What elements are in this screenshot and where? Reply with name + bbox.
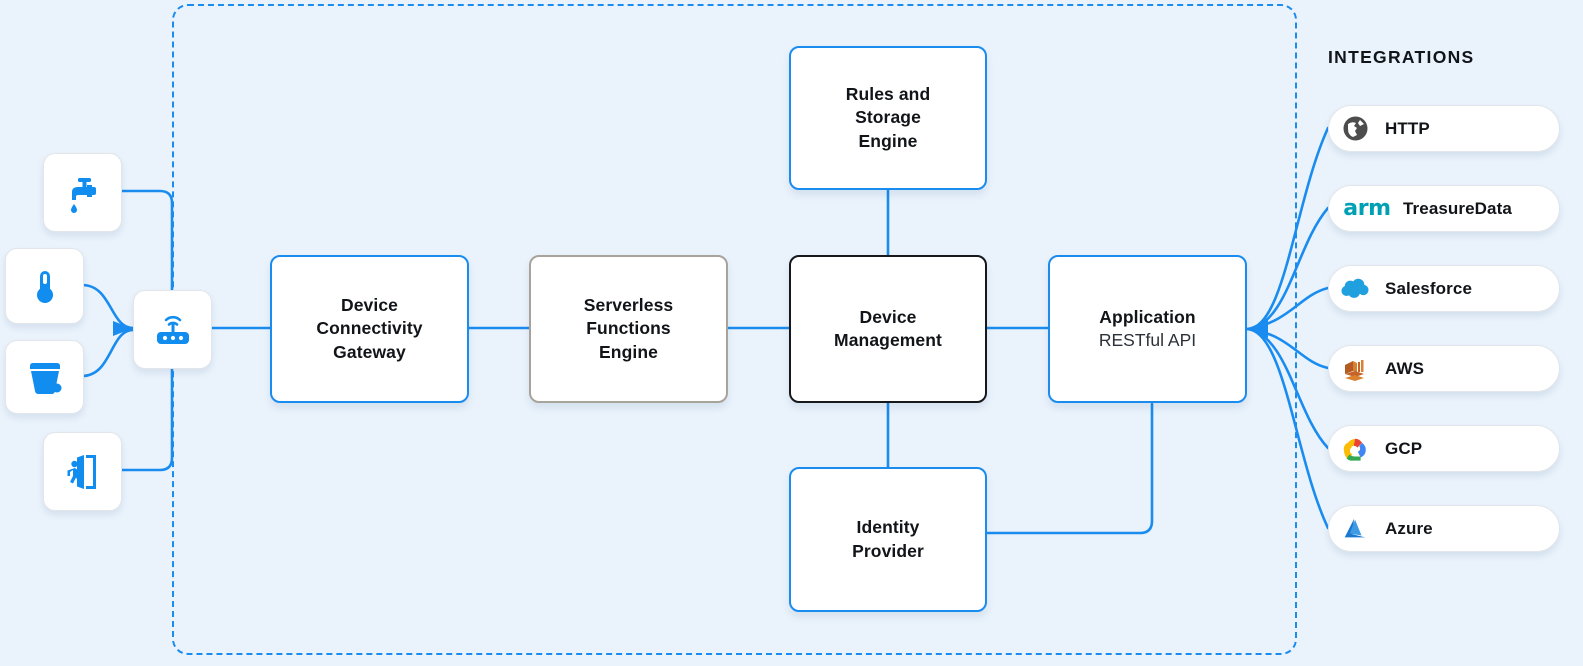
node-application[interactable]: Application RESTful API: [1048, 255, 1247, 403]
trash-bin-icon: [24, 357, 66, 397]
node-rules-storage-engine[interactable]: Rules and Storage Engine: [789, 46, 987, 190]
azure-icon: [1341, 515, 1369, 543]
integration-label-azure: Azure: [1385, 518, 1433, 538]
faucet-device[interactable]: [43, 153, 122, 232]
router-icon: [151, 310, 195, 350]
exit-door-icon: [62, 451, 104, 493]
integration-item-gcp[interactable]: GCP: [1328, 425, 1560, 472]
serverless-line-2: Functions: [586, 318, 671, 339]
globe-icon: [1341, 115, 1369, 143]
arm-logo-icon: arm: [1341, 195, 1393, 223]
integration-item-salesforce[interactable]: Salesforce: [1328, 265, 1560, 312]
integration-item-azure[interactable]: Azure: [1328, 505, 1560, 552]
application-title: Application: [1099, 306, 1196, 327]
salesforce-cloud-icon: [1341, 275, 1369, 303]
identity-provider-line-1: Identity: [856, 517, 920, 538]
thermometer-icon: [25, 266, 65, 306]
rules-storage-line-2: Storage: [855, 107, 921, 128]
integration-label-http: HTTP: [1385, 118, 1430, 138]
integration-item-treasuredata[interactable]: arm TreasureData: [1328, 185, 1560, 232]
integration-label-aws: AWS: [1385, 358, 1425, 378]
waste-bin-device[interactable]: [5, 340, 84, 414]
device-management-line-2: Management: [834, 330, 942, 350]
integrations-heading: INTEGRATIONS: [1328, 47, 1475, 67]
identity-provider-line-2: Provider: [852, 540, 924, 561]
device-connectivity-line-3: Gateway: [333, 341, 406, 362]
device-connectivity-line-1: Device: [340, 295, 399, 316]
serverless-line-1: Serverless: [583, 295, 674, 316]
aws-icon: [1341, 355, 1369, 383]
faucet-icon: [62, 172, 104, 214]
integration-item-http[interactable]: HTTP: [1328, 105, 1560, 152]
application-subtitle: RESTful API: [1098, 330, 1197, 350]
door-sensor-device[interactable]: [43, 432, 122, 511]
rules-storage-line-3: Engine: [858, 130, 918, 151]
integration-item-aws[interactable]: AWS: [1328, 345, 1560, 392]
node-device-management[interactable]: Device Management: [789, 255, 987, 403]
device-connectivity-line-2: Connectivity: [316, 318, 423, 339]
device-management-line-1: Device: [859, 306, 917, 327]
node-identity-provider[interactable]: Identity Provider: [789, 467, 987, 612]
serverless-line-3: Engine: [599, 341, 658, 362]
node-device-connectivity-gateway[interactable]: Device Connectivity Gateway: [270, 255, 469, 403]
rules-storage-line-1: Rules and: [845, 84, 931, 105]
integration-label-gcp: GCP: [1385, 438, 1423, 458]
arm-wordmark: arm: [1343, 196, 1391, 221]
integration-label-treasuredata: TreasureData: [1403, 198, 1512, 218]
node-serverless-functions-engine[interactable]: Serverless Functions Engine: [529, 255, 728, 403]
thermometer-device[interactable]: [5, 248, 84, 324]
wireless-router-gateway[interactable]: [133, 290, 212, 369]
integration-label-salesforce: Salesforce: [1385, 278, 1472, 298]
google-cloud-icon: [1341, 435, 1369, 463]
